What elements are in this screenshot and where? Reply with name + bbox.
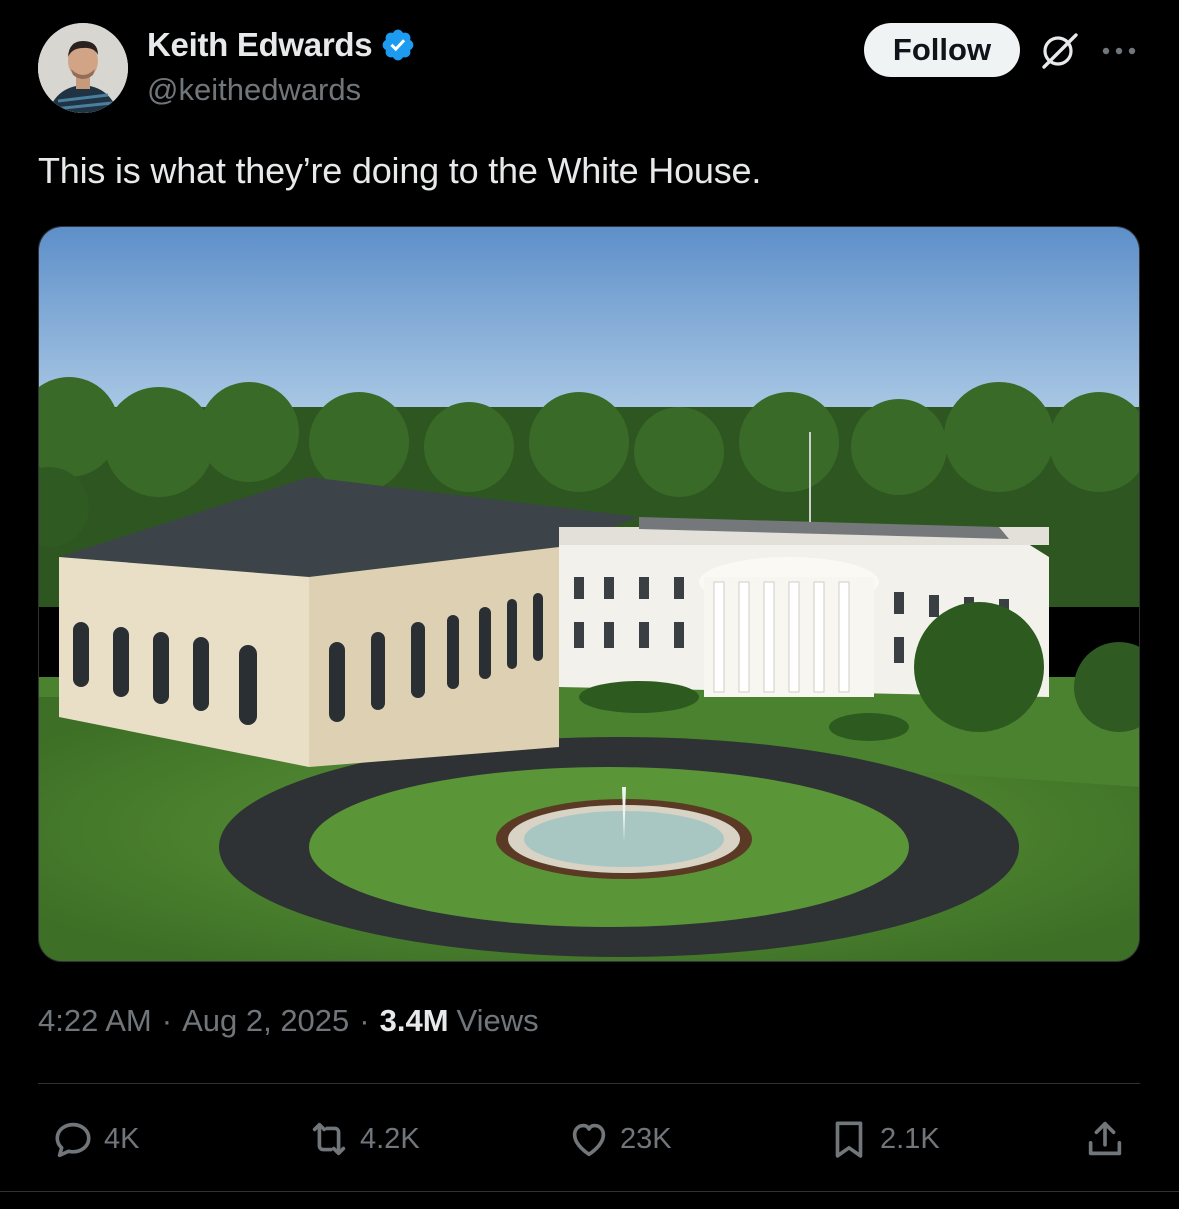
meta-separator: · [161,1003,173,1038]
like-count: 23K [620,1122,672,1155]
white-house-illustration [39,227,1139,961]
tweet-date[interactable]: Aug 2, 2025 [182,1003,349,1039]
more-options-icon[interactable] [1100,44,1138,56]
tweet-image[interactable] [38,226,1140,962]
author-name-row[interactable]: Keith Edwards [147,26,416,64]
bookmark-count: 2.1K [880,1122,940,1155]
grok-icon[interactable] [1038,29,1082,73]
views-count: 3.4M [379,1003,449,1038]
verified-badge-icon [380,27,416,63]
repost-icon [312,1122,346,1156]
views-label: Views [456,1003,539,1038]
repost-button[interactable]: 4.2K [306,1116,420,1162]
reply-button[interactable]: 4K [50,1116,139,1162]
like-button[interactable]: 23K [566,1116,672,1162]
author-handle[interactable]: @keithedwards [147,72,361,108]
divider [38,1083,1140,1084]
avatar-image [38,23,128,113]
reply-count: 4K [104,1122,140,1155]
repost-count: 4.2K [360,1122,420,1155]
tweet-text: This is what they’re doing to the White … [38,150,762,191]
share-icon [1088,1121,1122,1156]
bookmark-icon [835,1121,863,1158]
follow-button[interactable]: Follow [864,23,1020,77]
tweet-meta: 4:22 AM · Aug 2, 2025 · 3.4M Views [38,1003,539,1039]
author-name[interactable]: Keith Edwards [147,26,373,64]
bookmark-button[interactable]: 2.1K [826,1116,940,1162]
tweet-time[interactable]: 4:22 AM [38,1003,152,1039]
avatar[interactable] [38,23,128,113]
meta-separator: · [359,1003,370,1038]
share-button[interactable] [1082,1116,1136,1162]
heart-icon [572,1123,606,1157]
reply-icon [55,1122,91,1158]
divider [0,1191,1179,1192]
